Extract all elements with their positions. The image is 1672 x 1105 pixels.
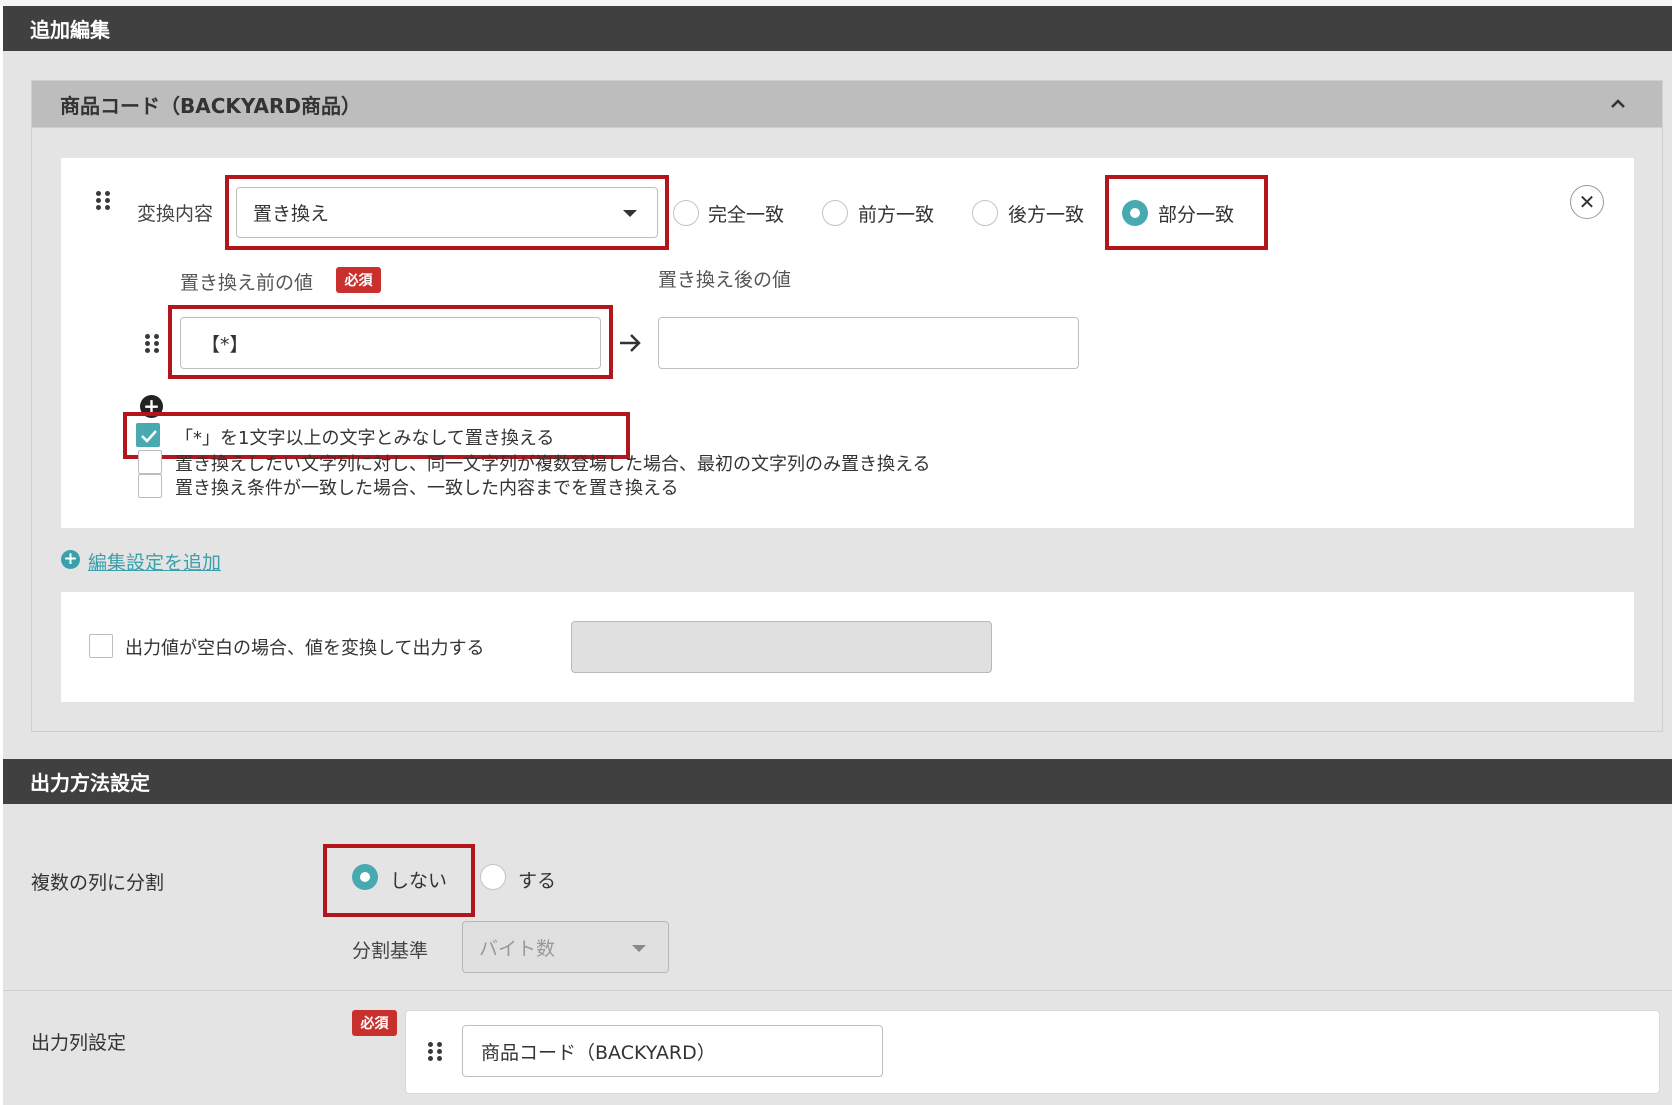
required-badge: 必須 — [336, 267, 381, 293]
first-only-checkbox-label: 置き換えしたい文字列に対し、同一文字列が複数登場した場合、最初の文字列のみ置き換… — [175, 454, 931, 475]
output-required-badge: 必須 — [352, 1010, 397, 1036]
before-value-text: 【*】 — [201, 333, 249, 356]
first-only-checkbox[interactable] — [138, 450, 162, 474]
output-column-value: 商品コード（BACKYARD） — [481, 1041, 716, 1064]
after-value-label: 置き換え後の値 — [658, 269, 792, 291]
wildcard-checkbox-label: 「*」を1文字以上の文字とみなして置き換える — [175, 428, 555, 449]
radio-split-none[interactable] — [352, 864, 378, 890]
blank-output-label: 出力値が空白の場合、値を変換して出力する — [125, 638, 485, 659]
panel-title: 商品コード（BACKYARD商品） — [60, 93, 361, 118]
row-drag-handle-icon[interactable] — [145, 333, 159, 353]
conversion-label: 変換内容 — [137, 203, 214, 225]
until-match-checkbox[interactable] — [138, 474, 162, 498]
add-circle-icon[interactable]: + — [61, 550, 80, 569]
chevron-up-icon[interactable] — [1608, 94, 1628, 114]
add-edit-setting-link[interactable]: 編集設定を追加 — [88, 548, 221, 575]
label-exact-match: 完全一致 — [708, 204, 785, 226]
label-split-yes: する — [518, 870, 557, 892]
conversion-select[interactable]: 置き換え — [236, 187, 658, 238]
label-split-none: しない — [390, 870, 448, 892]
radio-split-yes[interactable] — [480, 864, 506, 890]
blank-output-checkbox[interactable] — [89, 634, 113, 658]
radio-suffix-match[interactable] — [972, 200, 998, 226]
label-suffix-match: 後方一致 — [1008, 204, 1085, 226]
label-partial-match: 部分一致 — [1158, 204, 1235, 226]
section-header-edit: 追加編集 — [3, 6, 1672, 51]
dropdown-caret-icon — [632, 945, 646, 952]
after-value-input[interactable] — [658, 317, 1079, 369]
close-icon[interactable]: ✕ — [1570, 185, 1604, 219]
output-drag-handle-icon[interactable] — [428, 1041, 442, 1061]
before-value-label: 置き換え前の値 — [180, 272, 314, 294]
radio-exact-match[interactable] — [673, 200, 699, 226]
output-column-label: 出力列設定 — [31, 1032, 127, 1054]
divider — [3, 990, 1672, 991]
until-match-checkbox-label: 置き換え条件が一致した場合、一致した内容までを置き換える — [175, 478, 679, 499]
radio-partial-match[interactable] — [1122, 200, 1148, 226]
dropdown-caret-icon — [623, 209, 637, 217]
section-header-output: 出力方法設定 — [3, 759, 1672, 804]
drag-handle-icon[interactable] — [96, 190, 110, 210]
section-title-edit: 追加編集 — [30, 18, 110, 42]
split-basis-value: バイト数 — [479, 937, 556, 960]
blank-output-input[interactable] — [571, 621, 992, 673]
section-title-output: 出力方法設定 — [30, 771, 150, 795]
output-column-input[interactable]: 商品コード（BACKYARD） — [462, 1025, 883, 1077]
panel-header[interactable]: 商品コード（BACKYARD商品） — [31, 80, 1663, 128]
radio-prefix-match[interactable] — [822, 200, 848, 226]
split-basis-label: 分割基準 — [352, 940, 429, 962]
split-basis-select[interactable]: バイト数 — [462, 921, 669, 973]
wildcard-checkbox[interactable] — [136, 423, 160, 447]
conversion-select-value: 置き換え — [253, 203, 330, 225]
arrow-right-icon — [617, 331, 643, 355]
split-label: 複数の列に分割 — [31, 872, 165, 894]
before-value-input[interactable]: 【*】 — [180, 317, 601, 369]
label-prefix-match: 前方一致 — [858, 204, 935, 226]
